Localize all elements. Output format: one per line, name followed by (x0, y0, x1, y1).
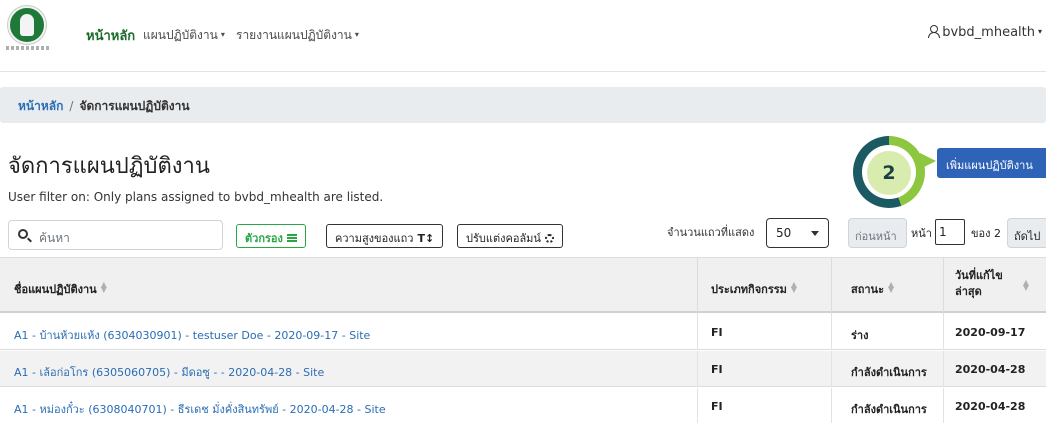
caret-down-icon: ▾ (220, 30, 225, 39)
table-row[interactable]: A1 - เล้อก่อโกร (6305060705) - มีดอซู - … (0, 351, 1046, 387)
search-icon (18, 229, 28, 239)
plan-name-link[interactable]: A1 - เล้อก่อโกร (6305060705) - มีดอซู - … (14, 363, 324, 381)
header-plan-name[interactable]: ชื่อแผนปฏิบัติงาน ▲ ▼ (14, 258, 107, 314)
column-divider (831, 351, 832, 387)
logo-caption (6, 46, 50, 50)
table-row[interactable]: A1 - หม่องกั๋วะ (6308040701) - ธีรเดช มั… (0, 388, 1046, 423)
filter-button[interactable]: ตัวกรอง (236, 224, 306, 248)
sort-icon: ▲ ▼ (1022, 278, 1029, 292)
row-height-label: ความสูงของแถว (335, 232, 414, 245)
plan-name-link[interactable]: A1 - หม่องกั๋วะ (6308040701) - ธีรเดช มั… (14, 400, 386, 418)
breadcrumb: หน้าหลัก / จัดการแผนปฏิบัติงาน (0, 87, 1046, 123)
column-divider (697, 351, 698, 387)
logo-emblem[interactable] (8, 6, 46, 44)
sort-icon: ▲ ▼ (887, 280, 895, 294)
breadcrumb-home[interactable]: หน้าหลัก (18, 99, 63, 113)
user-icon (928, 25, 941, 38)
header-activity-type[interactable]: ประเภทกิจกรรม ▲ ▼ (711, 258, 797, 314)
column-divider (943, 314, 944, 350)
row-height-button[interactable]: ความสูงของแถว T↕ (326, 224, 444, 248)
caret-down-icon: ▾ (354, 30, 359, 39)
breadcrumb-separator: / (69, 99, 74, 113)
nav-reports-menu[interactable]: รายงานแผนปฏิบัติงาน ▾ (236, 26, 359, 45)
activity-type-cell: FI (711, 363, 723, 376)
column-divider (831, 314, 832, 350)
column-divider (943, 351, 944, 387)
sort-icon: ▲ ▼ (100, 280, 107, 294)
date-cell: 2020-04-28 (955, 400, 1026, 413)
rows-per-page-select[interactable]: 50 (766, 218, 829, 248)
plan-name-link[interactable]: A1 - บ้านห้วยแห้ง (6304030901) - testuse… (14, 326, 370, 344)
nav-reports-label: รายงานแผนปฏิบัติงาน (236, 28, 352, 42)
rows-per-page-label: จำนวนแถวที่แสดง (667, 226, 755, 239)
status-cell: กำลังดำเนินการ (851, 366, 927, 379)
search-input[interactable]: ค้นหา (8, 220, 223, 250)
previous-page-button[interactable]: ก่อนหน้า (848, 218, 907, 248)
column-divider (697, 258, 698, 314)
filter-icon (286, 234, 297, 242)
user-menu[interactable]: bvbd_mhealth ▾ (928, 25, 1042, 40)
header-status[interactable]: สถานะ ▲ ▼ (851, 258, 894, 314)
search-placeholder: ค้นหา (39, 231, 70, 245)
nav-home[interactable]: หน้าหลัก (86, 25, 135, 46)
page-label: หน้า (911, 227, 932, 240)
table-header: ชื่อแผนปฏิบัติงาน ▲ ▼ ประเภทกิจกรรม ▲ ▼ สถาน… (0, 257, 1046, 314)
status-cell: ร่าง (851, 329, 869, 342)
user-name: bvbd_mhealth (942, 25, 1035, 40)
activity-type-cell: FI (711, 400, 723, 413)
callout-number: 2 (867, 151, 911, 195)
add-plan-button[interactable]: เพิ่มแผนปฏิบัติงาน (937, 148, 1046, 178)
page-number-input[interactable]: 1 (935, 219, 965, 245)
filter-button-label: ตัวกรอง (245, 232, 283, 245)
header-label: ชื่อแผนปฏิบัติงาน (14, 283, 97, 296)
breadcrumb-current: จัดการแผนปฏิบัติงาน (79, 99, 190, 113)
header-label: สถานะ (851, 283, 884, 296)
column-divider (697, 314, 698, 350)
date-cell: 2020-04-28 (955, 363, 1026, 376)
rows-per-page-value: 50 (776, 226, 792, 240)
navbar: หน้าหลัก แผนปฏิบัติงาน ▾ รายงานแผนปฏิบัติ… (0, 0, 1046, 72)
next-page-button[interactable]: ถัดไป (1007, 218, 1046, 248)
column-divider (943, 258, 944, 314)
nav-plans-label: แผนปฏิบัติงาน (143, 28, 218, 42)
date-cell: 2020-09-17 (955, 326, 1026, 339)
header-label: วันที่แก้ไขล่าสุด (955, 269, 1003, 298)
column-divider (697, 388, 698, 423)
caret-down-icon: ▾ (1037, 27, 1042, 36)
status-cell: กำลังดำเนินการ (851, 403, 927, 416)
customize-columns-label: ปรับแต่งคอลัมน์ (466, 232, 541, 245)
gear-icon (544, 234, 554, 243)
filter-note: User filter on: Only plans assigned to b… (8, 190, 384, 204)
page-total-label: ของ 2 (971, 227, 1001, 240)
column-divider (943, 388, 944, 423)
page-title: จัดการแผนปฏิบัติงาน (8, 154, 210, 179)
column-divider (831, 258, 832, 314)
nav-plans-menu[interactable]: แผนปฏิบัติงาน ▾ (143, 26, 225, 45)
activity-type-cell: FI (711, 326, 723, 339)
column-divider (831, 388, 832, 423)
sort-icon: ▲ ▼ (790, 280, 798, 294)
header-last-modified[interactable]: วันที่แก้ไขล่าสุด ▲ ▼ (955, 258, 1029, 314)
text-height-icon: T↕ (417, 232, 435, 245)
caret-down-icon (811, 231, 819, 236)
customize-columns-button[interactable]: ปรับแต่งคอลัมน์ (457, 224, 563, 248)
header-label: ประเภทกิจกรรม (711, 283, 787, 296)
callout-arrow-icon (920, 153, 936, 169)
table-row[interactable]: A1 - บ้านห้วยแห้ง (6304030901) - testuse… (0, 314, 1046, 350)
